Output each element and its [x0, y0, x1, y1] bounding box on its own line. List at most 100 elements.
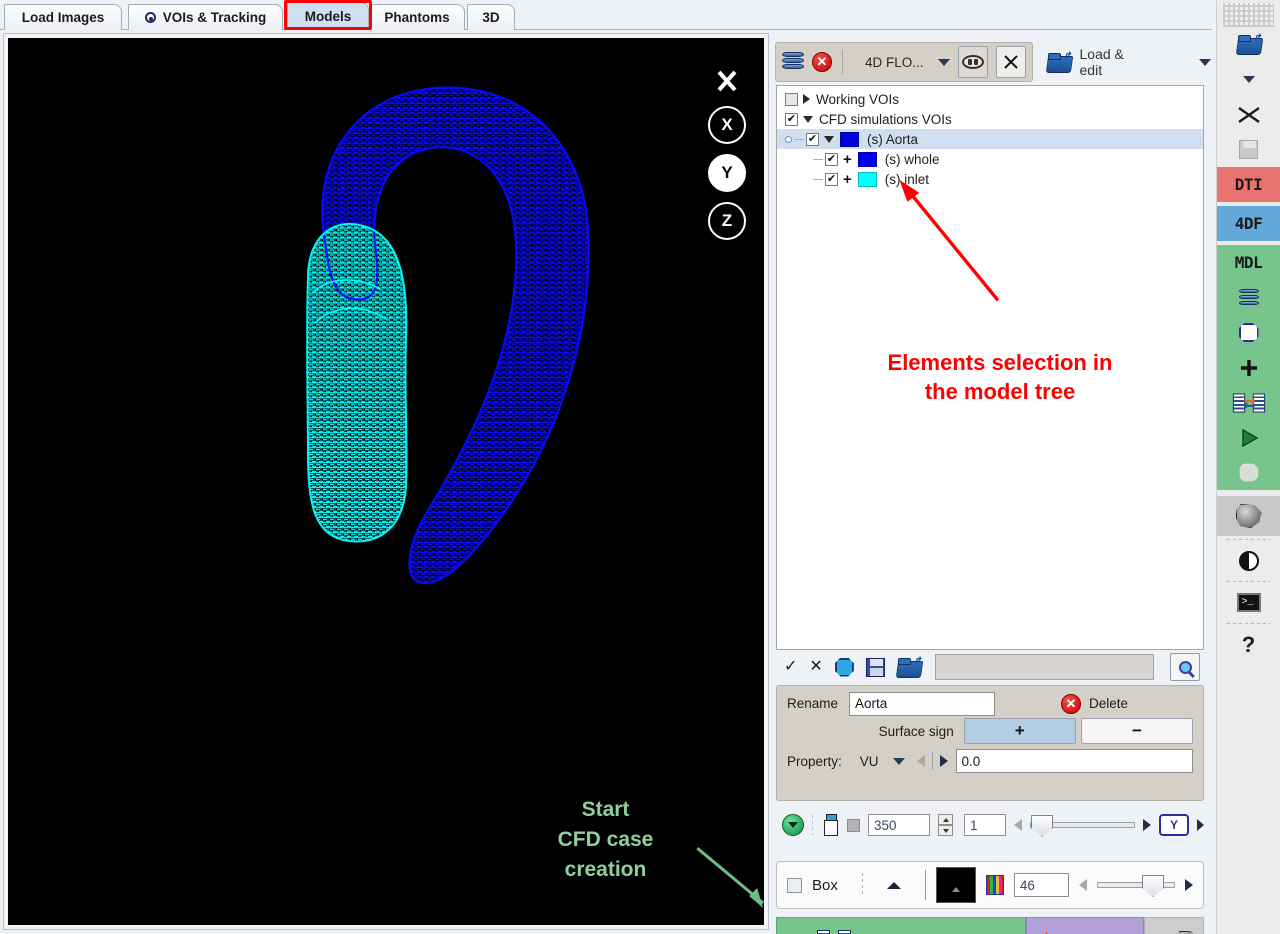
tree-row-label: (s) whole — [884, 151, 940, 167]
plus-icon[interactable]: + — [843, 151, 852, 168]
chevron-right-icon[interactable] — [803, 94, 810, 104]
plus-icon[interactable]: + — [843, 171, 852, 188]
black-preview-icon[interactable] — [935, 867, 976, 903]
chevron-down-icon[interactable] — [1199, 58, 1211, 66]
checkbox[interactable]: ✔ — [825, 152, 838, 166]
voi-model-tree[interactable]: Working VOIs ✔ CFD simulations VOIs ✔ (s… — [776, 85, 1204, 650]
tab-vois-tracking[interactable]: VOIs & Tracking — [128, 4, 283, 30]
gray-square-icon[interactable] — [847, 818, 860, 832]
rename-label: Rename — [787, 696, 839, 711]
rename-row: Rename Aorta ✕ Delete — [777, 686, 1203, 716]
delete-button[interactable]: ✕ Delete — [1061, 693, 1128, 714]
octagon-icon[interactable] — [834, 657, 854, 677]
chevron-down-icon[interactable] — [937, 58, 950, 66]
dti-button[interactable]: DTI — [1217, 167, 1280, 202]
color-swatch[interactable] — [840, 131, 859, 147]
box-slider[interactable] — [1096, 875, 1175, 897]
previous-arrow-icon[interactable] — [916, 755, 925, 767]
green-sphere-icon[interactable] — [782, 814, 804, 836]
database-icon[interactable] — [782, 52, 804, 72]
cfd-case-icon[interactable] — [1217, 385, 1280, 420]
save-disabled-icon[interactable] — [1217, 132, 1280, 167]
property-number-input[interactable]: 0.0 — [955, 749, 1193, 773]
series-selector[interactable]: 4D FLO... — [853, 55, 930, 70]
open-folder-icon[interactable]: ↱ — [1217, 27, 1280, 62]
checkbox[interactable]: ✔ — [806, 132, 819, 146]
checkbox[interactable]: ✔ — [825, 172, 838, 186]
add-icon[interactable] — [1217, 350, 1280, 385]
opacity-input[interactable]: 350 — [868, 814, 930, 836]
load-edit-button[interactable]: ↱ Load & edit — [1047, 46, 1211, 78]
toolbar-drag-handle[interactable] — [1223, 3, 1274, 27]
play-icon[interactable] — [1217, 420, 1280, 455]
tab-phantoms[interactable]: Phantoms — [369, 4, 465, 30]
orientation-icon[interactable]: Y — [1159, 814, 1189, 836]
rename-input[interactable]: Aorta — [849, 691, 995, 716]
orientation-next-icon[interactable] — [1197, 819, 1204, 831]
tab-load-images[interactable]: Load Images — [4, 4, 122, 30]
create-cfd-case-button[interactable]: Create CFD case — [776, 917, 1026, 934]
index-input[interactable]: 1 — [964, 814, 1006, 836]
slider-decrement-icon[interactable] — [1014, 819, 1022, 831]
chevron-down-icon[interactable] — [892, 757, 905, 765]
save-icon[interactable] — [865, 657, 885, 677]
axis-button-z[interactable]: Z — [708, 202, 746, 240]
checkbox[interactable] — [785, 92, 798, 106]
chevron-down-icon[interactable] — [1217, 62, 1280, 97]
chevron-down-icon[interactable] — [803, 115, 813, 123]
surface-sign-minus-button[interactable]: − — [1080, 718, 1193, 744]
box-checkbox[interactable] — [787, 877, 802, 893]
color-swatch[interactable] — [857, 171, 877, 187]
tree-row-inlet[interactable]: ✔ + (s) inlet — [777, 169, 1203, 189]
4df-button[interactable]: 4DF — [1217, 206, 1280, 241]
magnifier-icon[interactable] — [1170, 653, 1200, 681]
terminal-icon[interactable]: >_ — [1217, 585, 1280, 620]
action-field[interactable] — [934, 654, 1154, 680]
tree-row-aorta[interactable]: ✔ (s) Aorta — [777, 129, 1203, 149]
next-arrow-icon[interactable] — [939, 755, 948, 767]
cross-icon[interactable]: ✕ — [809, 659, 822, 675]
axis-button-y[interactable]: Y — [708, 154, 746, 192]
mdl-button[interactable]: MDL — [1217, 245, 1280, 280]
property-value[interactable]: VU — [860, 754, 879, 769]
value-slider[interactable] — [1030, 815, 1135, 837]
slider-thumb[interactable] — [1031, 815, 1053, 837]
database-icon[interactable] — [1217, 280, 1280, 315]
tab-models[interactable]: Models — [287, 2, 369, 30]
up-triangle-icon[interactable] — [886, 881, 901, 889]
box-slider-increment-icon[interactable] — [1185, 879, 1193, 891]
surface-sign-plus-button[interactable]: + — [963, 718, 1076, 744]
eye-icon[interactable] — [957, 46, 988, 78]
box-slider-thumb[interactable] — [1142, 875, 1165, 897]
folder-open-icon[interactable]: ↱ — [897, 656, 922, 677]
check-icon[interactable]: ✓ — [784, 659, 797, 675]
box-slider-decrement-icon[interactable] — [1078, 879, 1087, 891]
model-3d-viewport[interactable]: X Y Z Start CFD case creation — [8, 38, 764, 925]
tree-row-working-vois[interactable]: Working VOIs — [777, 89, 1203, 109]
close-icon[interactable] — [995, 46, 1026, 78]
close-icon[interactable] — [712, 66, 742, 96]
tab-3d[interactable]: 3D — [467, 4, 515, 30]
right-vertical-toolbar: ↱ DTI 4DF MDL >_ ? — [1216, 0, 1280, 934]
help-icon[interactable]: ? — [1217, 627, 1280, 662]
tree-row-whole[interactable]: ✔ + (s) whole — [777, 149, 1203, 169]
mesh-icon[interactable] — [1217, 455, 1280, 490]
person-icon[interactable] — [821, 814, 839, 836]
tree-row-cfd-simulations-vois[interactable]: ✔ CFD simulations VOIs — [777, 109, 1203, 129]
opacity-stepper[interactable] — [938, 814, 953, 836]
remove-icon[interactable]: ✕ — [812, 52, 832, 72]
chevron-down-icon[interactable] — [824, 135, 834, 143]
phantoms-button[interactable]: ✳ Phantoms — [1026, 917, 1144, 934]
blob-icon[interactable] — [1217, 496, 1280, 536]
color-swatch[interactable] — [857, 151, 877, 167]
3d-button[interactable]: 3D — [1144, 917, 1204, 934]
colormap-icon[interactable] — [985, 875, 1004, 895]
box-value-input[interactable]: 46 — [1013, 873, 1069, 897]
slider-increment-icon[interactable] — [1143, 819, 1151, 831]
expand-knob-icon[interactable] — [785, 135, 792, 143]
shape-icon[interactable] — [1217, 315, 1280, 350]
axis-button-x[interactable]: X — [708, 106, 746, 144]
shuffle-icon[interactable] — [1217, 97, 1280, 132]
contrast-icon[interactable] — [1217, 543, 1280, 578]
checkbox[interactable]: ✔ — [785, 112, 798, 126]
